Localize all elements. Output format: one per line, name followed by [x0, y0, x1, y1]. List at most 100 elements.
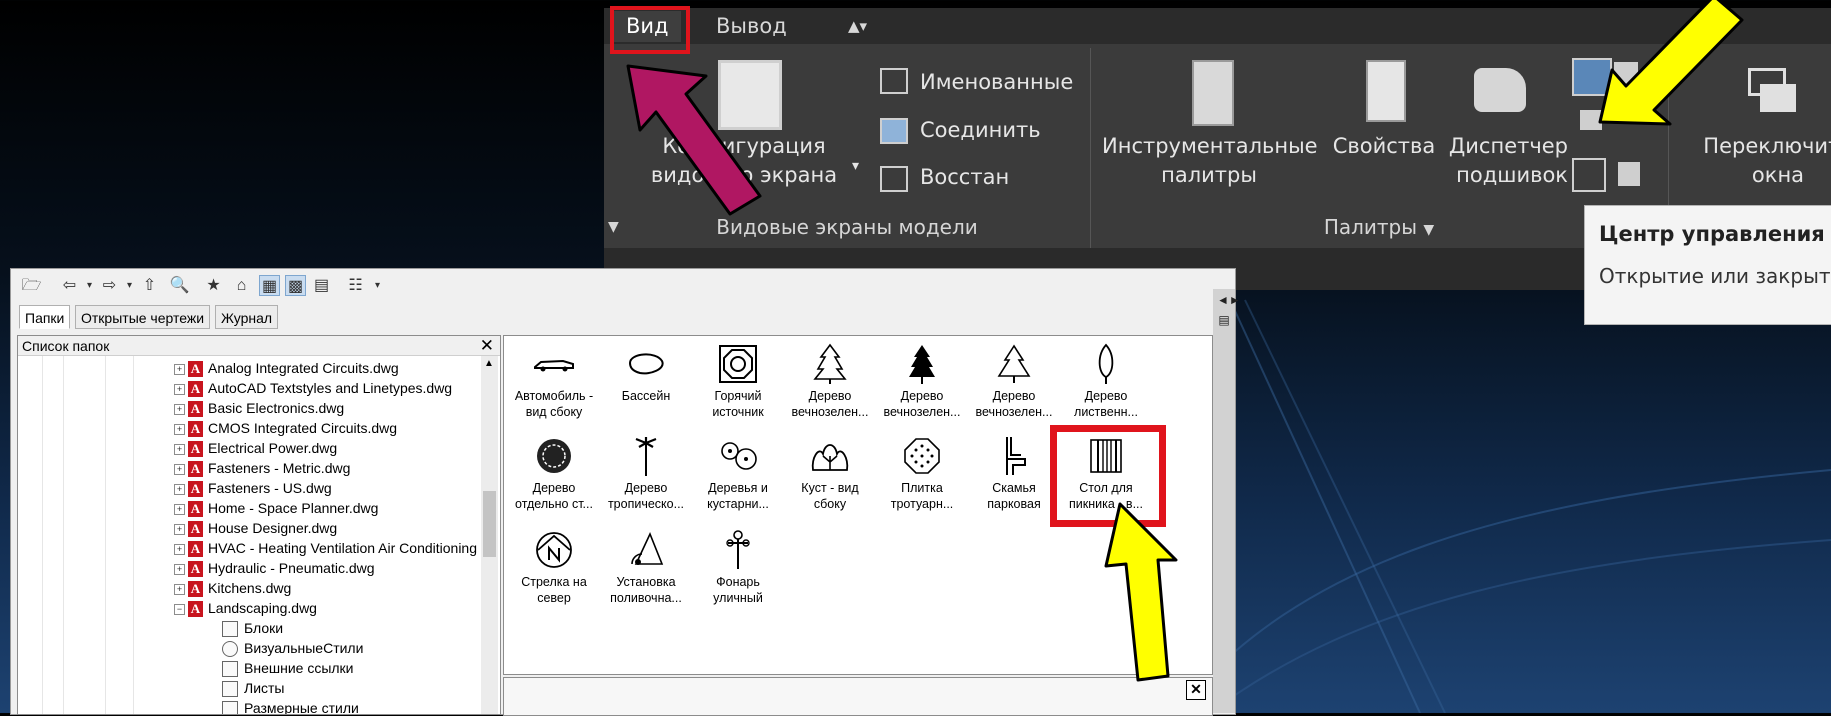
block-item[interactable]: Фонарь уличный [690, 526, 786, 606]
tree-view-toggle-icon[interactable]: ▦ [259, 275, 280, 296]
tree-subitem[interactable]: Блоки [222, 618, 283, 638]
switch-windows-button[interactable]: Переключить окна [1688, 132, 1831, 190]
workspace-dropdown-icon[interactable]: ▲▾ [848, 11, 867, 42]
properties-button[interactable]: Свойства [1328, 132, 1440, 161]
clipboard-icon[interactable] [1618, 162, 1640, 186]
tab-output[interactable]: Вывод [716, 11, 787, 42]
block-item[interactable]: Дерево вечнозелен... [966, 340, 1062, 420]
chevron-down-icon[interactable]: ▾ [852, 158, 859, 174]
tree-scrollbar[interactable]: ▲ [481, 356, 498, 714]
tab-open-drawings[interactable]: Открытые чертежи [75, 305, 211, 329]
block-item[interactable]: Плитка тротуарн... [874, 432, 970, 512]
expand-icon[interactable]: + [174, 523, 185, 535]
auto-hide-icon[interactable]: ◄► [1217, 293, 1241, 307]
tree-subitem[interactable]: Листы [222, 678, 284, 698]
block-item[interactable]: Стрелка на север [506, 526, 602, 606]
views-icon[interactable]: ☷ [345, 275, 366, 296]
sheet-set-label-1: Диспетчер [1448, 134, 1568, 158]
tree-item[interactable]: + A AutoCAD Textstyles and Linetypes.dwg [174, 378, 452, 398]
viewports-panel-title[interactable]: ▼ Видовые экраны модели [604, 208, 1090, 246]
visual-styles-icon [222, 641, 238, 658]
tree-item[interactable]: + A HVAC - Heating Ventilation Air Conditi… [174, 538, 477, 558]
blocks-icon [222, 621, 238, 638]
restore-viewports-button[interactable]: Восстан [920, 165, 1009, 189]
expand-icon[interactable]: + [174, 383, 185, 395]
chevron-down-icon[interactable]: ▾ [119, 275, 140, 296]
block-item[interactable]: Дерево вечнозелен... [782, 340, 878, 420]
sheet-set-manager-button[interactable]: Диспетчер подшивок [1440, 132, 1568, 190]
viewport-config-button[interactable]: Конфигурация видового экрана [644, 132, 844, 190]
expand-icon[interactable]: + [174, 403, 185, 415]
tree-subitem[interactable]: Внешние ссылки [222, 658, 354, 678]
preview-toggle-icon[interactable]: ▩ [285, 275, 306, 296]
tree-item[interactable]: + A Basic Electronics.dwg [174, 398, 344, 418]
close-icon[interactable]: ✕ [1186, 680, 1206, 700]
block-item[interactable]: Дерево вечнозелен... [874, 340, 970, 420]
tree-item[interactable]: + A CMOS Integrated Circuits.dwg [174, 418, 397, 438]
markup-icon[interactable] [1614, 62, 1638, 88]
tree-item[interactable]: + A Electrical Power.dwg [174, 438, 337, 458]
chevron-down-icon[interactable]: ▾ [79, 275, 100, 296]
tree-item[interactable]: + A Analog Integrated Circuits.dwg [174, 358, 399, 378]
forward-icon[interactable]: ⇨ [99, 275, 120, 296]
block-item[interactable]: Дерево отдельно ст... [506, 432, 602, 512]
back-icon[interactable]: ⇦ [59, 275, 80, 296]
block-item[interactable]: Горячий источник [690, 340, 786, 420]
properties-menu-icon[interactable]: ▤ [1217, 313, 1231, 327]
dwg-file-icon: A [188, 481, 203, 498]
tool-palettes-label-2: палитры [1161, 163, 1257, 187]
scroll-up-icon[interactable]: ▲ [484, 358, 494, 369]
favorites-icon[interactable]: ★ [203, 275, 224, 296]
tree-item[interactable]: + A House Designer.dwg [174, 518, 337, 538]
block-item[interactable]: Бассейн [598, 340, 694, 404]
search-icon[interactable]: 🔍 [169, 275, 190, 296]
layers-icon[interactable] [1580, 110, 1602, 130]
expand-icon[interactable]: + [174, 543, 185, 555]
dwg-file-icon: A [188, 581, 203, 598]
expand-icon[interactable]: + [174, 563, 185, 575]
tree-subitem[interactable]: Размерные стили [222, 698, 359, 714]
named-viewports-button[interactable]: Именованные [920, 70, 1073, 94]
close-icon[interactable]: ✕ [480, 336, 494, 355]
palettes-panel-title[interactable]: Палитры ▼ [1090, 208, 1668, 246]
expand-icon[interactable]: + [174, 443, 185, 455]
block-item[interactable]: Дерево лиственн... [1058, 340, 1154, 420]
tree-item[interactable]: + A Fasteners - Metric.dwg [174, 458, 350, 478]
expand-icon[interactable]: + [174, 423, 185, 435]
properties-icon [1366, 60, 1406, 122]
home-icon[interactable]: ⌂ [231, 275, 252, 296]
scrollbar-thumb[interactable] [483, 491, 496, 557]
join-viewports-button[interactable]: Соединить [920, 118, 1041, 142]
block-item[interactable]: Скамья парковая [966, 432, 1062, 512]
block-item[interactable]: Куст - вид сбоку [782, 432, 878, 512]
shrubs-icon [721, 442, 757, 470]
description-icon[interactable]: ▤ [311, 275, 332, 296]
block-item[interactable]: Дерево тропическо... [598, 432, 694, 512]
expand-icon[interactable]: + [174, 583, 185, 595]
folder-tree: Список папок ✕ + A Analog Integrated Circu… [17, 335, 501, 715]
tree-item[interactable]: + A Hydraulic - Pneumatic.dwg [174, 558, 375, 578]
up-icon[interactable]: ⇧ [139, 275, 160, 296]
chevron-down-icon[interactable]: ▾ [367, 275, 388, 296]
expand-icon[interactable]: + [174, 483, 185, 495]
bush-icon [811, 444, 849, 471]
quick-calc-icon[interactable] [1572, 158, 1606, 192]
tree-item[interactable]: − A Landscaping.dwg [174, 598, 317, 618]
collapse-icon[interactable]: − [174, 603, 185, 615]
expand-icon[interactable]: + [174, 363, 185, 375]
block-item[interactable]: Автомобиль - вид сбоку [506, 340, 602, 420]
block-item[interactable]: Установка поливочна... [598, 526, 694, 606]
load-icon[interactable]: 🗁 [21, 275, 42, 296]
expand-icon[interactable]: + [174, 463, 185, 475]
tree-item[interactable]: + A Fasteners - US.dwg [174, 478, 332, 498]
tree-item[interactable]: + A Kitchens.dwg [174, 578, 291, 598]
tree-item[interactable]: + A Home - Space Planner.dwg [174, 498, 378, 518]
design-center-icon[interactable] [1572, 58, 1612, 96]
tab-history[interactable]: Журнал [215, 305, 279, 329]
tool-palettes-button[interactable]: Инструментальные палитры [1102, 132, 1318, 190]
block-item[interactable]: Деревья и кустарни... [690, 432, 786, 512]
tree-subitem[interactable]: ВизуальныеСтили [222, 638, 363, 658]
tab-folders[interactable]: Папки [19, 305, 71, 329]
expand-icon[interactable]: + [174, 503, 185, 515]
chevron-down-icon[interactable]: ▼ [608, 208, 619, 246]
